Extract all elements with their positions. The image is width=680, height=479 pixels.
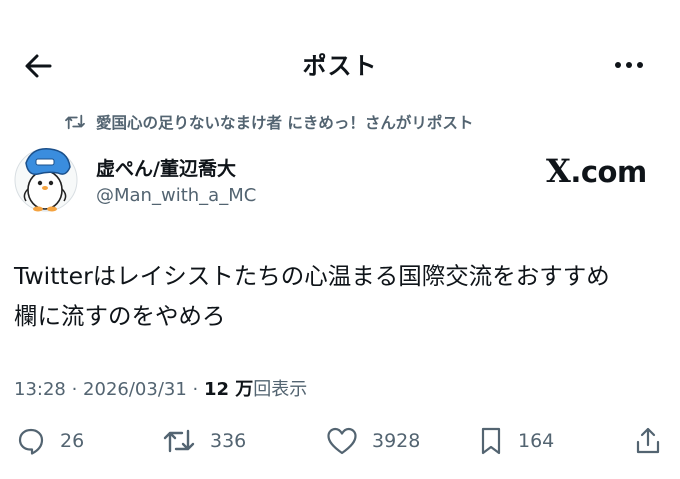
post-text-line: 欄に流すのをやめろ: [14, 302, 226, 330]
share-icon: [636, 427, 660, 454]
more-horizontal-icon: [615, 62, 643, 68]
x-logo-icon: X: [546, 152, 571, 190]
heart-icon: [327, 427, 357, 455]
post-date[interactable]: 2026/03/31: [83, 379, 187, 400]
avatar[interactable]: [14, 143, 78, 217]
repost-count: 336: [210, 430, 247, 452]
like-count: 3928: [372, 430, 421, 452]
bookmark-count: 164: [518, 430, 555, 452]
repost-icon: [65, 114, 85, 130]
reply-count: 26: [60, 430, 85, 452]
repost-icon: [163, 429, 195, 453]
post-text-line: Twitterはレイシストたちの心温まる国際交流をおすすめ: [14, 262, 610, 290]
like-button[interactable]: 3928: [326, 424, 420, 458]
repost-button[interactable]: 336: [162, 424, 246, 458]
meta-separator: ·: [65, 379, 84, 400]
views-label[interactable]: 回表示: [253, 379, 307, 400]
bookmark-button[interactable]: 164: [478, 424, 554, 458]
post-text: Twitterはレイシストたちの心温まる国際交流をおすすめ 欄に流すのをやめろ: [14, 256, 664, 336]
post-meta: 13:28 · 2026/03/31 · 12 万回表示: [14, 375, 307, 401]
share-button[interactable]: [634, 424, 662, 458]
bookmark-icon: [481, 427, 501, 455]
repost-banner-text: 愛国心の足りないなまけ者 にきめっ！さんがリポスト: [96, 114, 474, 132]
reply-button[interactable]: 26: [16, 424, 84, 458]
xcom-link[interactable]: X.com: [546, 152, 647, 190]
penguin-avatar-icon: [14, 148, 78, 212]
page-title: ポスト: [302, 52, 378, 80]
author-name[interactable]: 虚ぺん/董辺喬大: [96, 154, 236, 181]
xcom-suffix: .com: [570, 155, 647, 189]
author-handle[interactable]: @Man_with_a_MC: [96, 185, 256, 206]
more-options-button[interactable]: [612, 50, 648, 80]
repost-banner[interactable]: 愛国心の足りないなまけ者 にきめっ！さんがリポスト: [64, 111, 473, 133]
reply-bubble-icon: [18, 428, 44, 455]
meta-separator: ·: [186, 379, 204, 400]
views-count[interactable]: 12 万: [204, 379, 253, 400]
post-time[interactable]: 13:28: [14, 379, 66, 400]
